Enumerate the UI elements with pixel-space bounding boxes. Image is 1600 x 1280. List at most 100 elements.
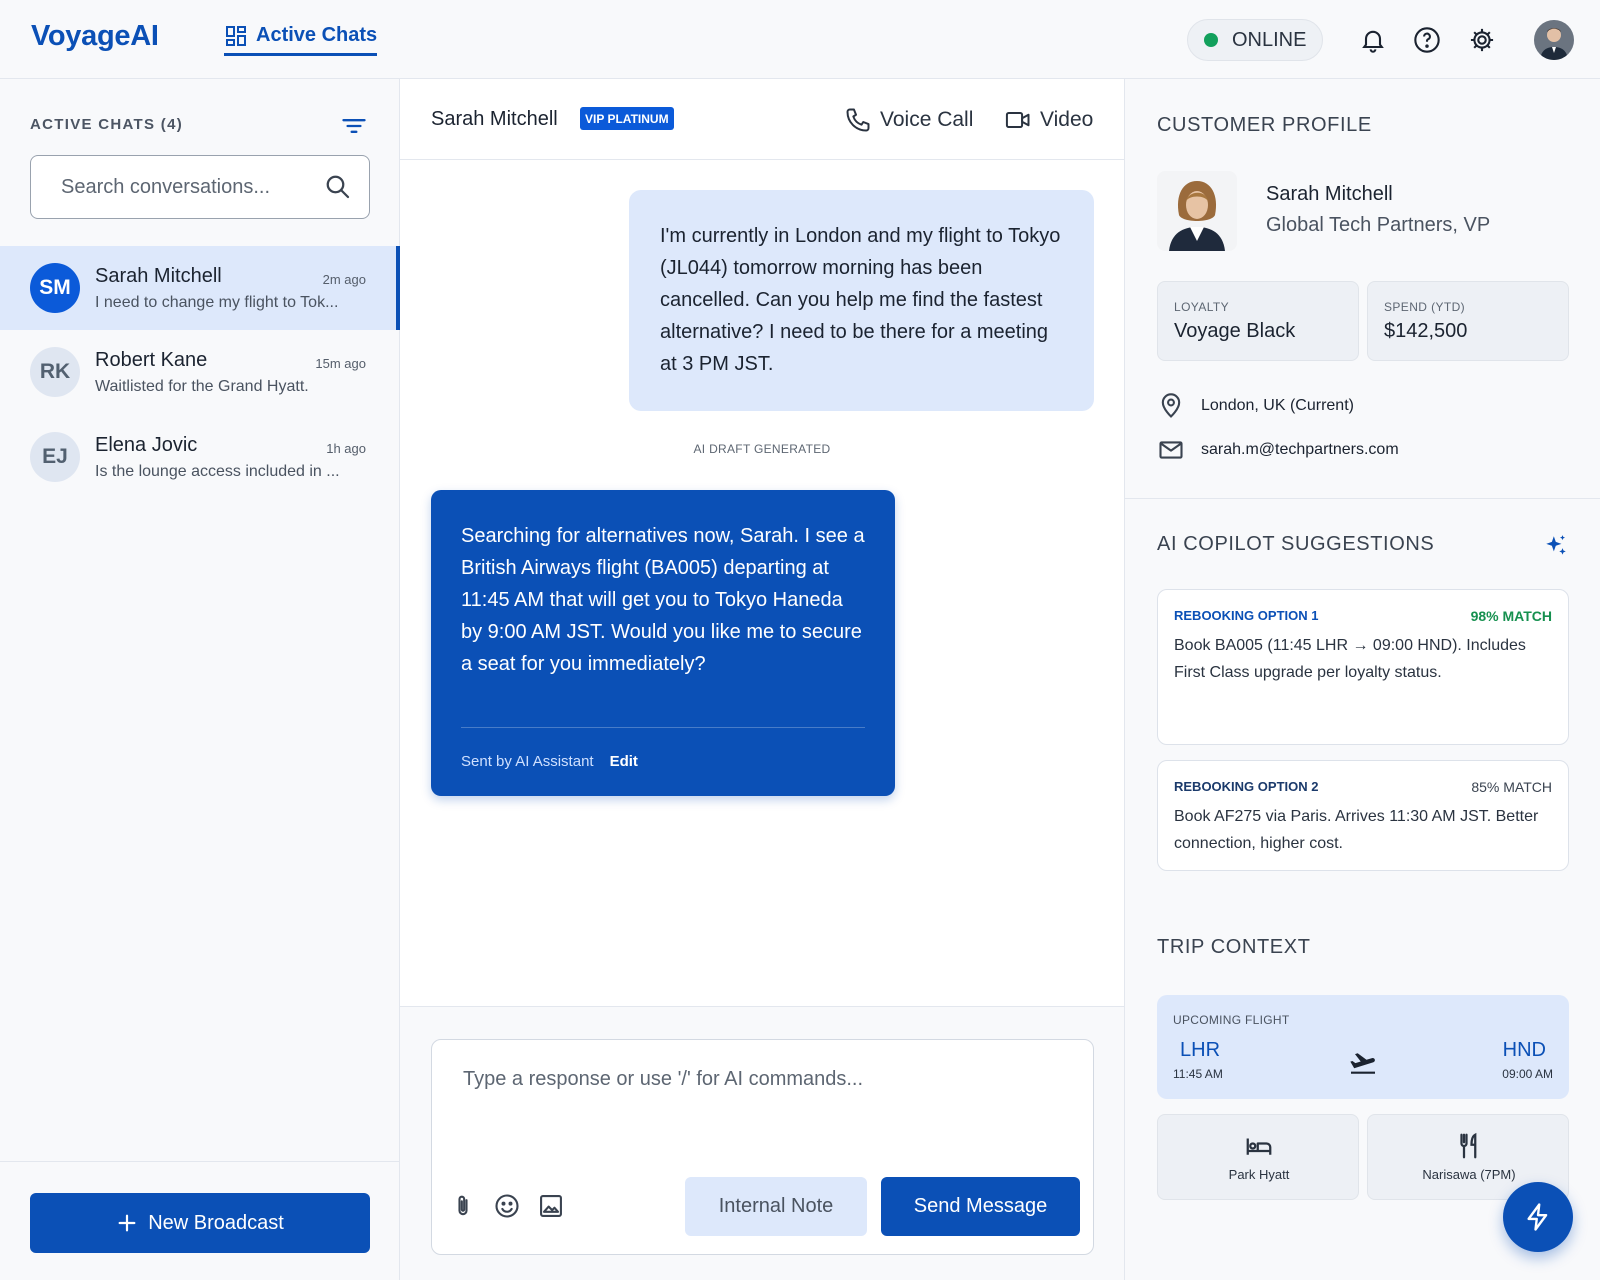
suggestion-text: Book BA005 (11:45 LHR → 09:00 HND). Incl… [1174,637,1526,681]
mail-icon [1159,441,1183,459]
avatar: SM [30,263,80,313]
voice-call-button[interactable]: Voice Call [844,106,973,134]
chat-name: Sarah Mitchell [95,265,222,287]
sparkle-icon [1543,533,1569,559]
user-avatar[interactable] [1534,20,1574,60]
bell-icon[interactable] [1359,26,1387,54]
chat-time: 2m ago [322,272,366,287]
ai-message-footer: Sent by AI Assistant Edit [461,727,865,778]
hotel-label: Park Hyatt [1228,1167,1290,1182]
new-broadcast-label: New Broadcast [148,1211,284,1234]
suggestion-text: Book AF275 via Paris. Arrives 11:30 AM J… [1174,808,1539,852]
upcoming-flight-card[interactable]: UPCOMING FLIGHT LHR 11:45 AM HND 09:00 A… [1157,995,1569,1099]
customer-message: I'm currently in London and my flight to… [629,190,1094,411]
spend-value: $142,500 [1384,320,1468,342]
spend-label: SPEND (YTD) [1384,300,1466,314]
new-broadcast-button[interactable]: New Broadcast [30,1193,370,1253]
chat-name: Elena Jovic [95,434,198,456]
quick-action-fab[interactable] [1503,1182,1573,1252]
plus-icon [118,1214,136,1232]
internal-note-button[interactable]: Internal Note [685,1177,867,1236]
trip-context-heading: TRIP CONTEXT [1157,936,1311,958]
ai-sent-by: Sent by AI Assistant [461,753,594,770]
avatar: EJ [30,432,80,482]
chat-preview: Waitlisted for the Grand Hyatt. [95,378,309,395]
ai-assistant-message: Searching for alternatives now, Sarah. I… [431,490,895,796]
app-logo[interactable]: VoyageAI [31,20,159,53]
voice-call-label: Voice Call [880,108,974,131]
email-row[interactable]: sarah.m@techpartners.com [1157,436,1399,464]
chat-item-sarah-mitchell[interactable]: SM Sarah Mitchell 2m ago I need to chang… [0,246,400,330]
email-text: sarah.m@techpartners.com [1201,441,1399,458]
chat-name: Robert Kane [95,349,208,371]
video-call-button[interactable]: Video [1004,106,1093,134]
sidebar-footer: New Broadcast [0,1161,399,1280]
suggestion-card-2[interactable]: REBOOKING OPTION 2 85% MATCH Book AF275 … [1157,760,1569,871]
customer-profile-heading: CUSTOMER PROFILE [1157,114,1372,136]
search-input[interactable]: Search conversations... [30,155,370,219]
location-row: London, UK (Current) [1157,392,1354,420]
plane-takeoff-icon [1347,1045,1379,1077]
profile-role: Global Tech Partners, VP [1266,214,1491,236]
conversation-header: Sarah Mitchell VIP PLATINUM Voice Call V… [400,79,1124,160]
composer-placeholder: Type a response or use '/' for AI comman… [463,1068,864,1090]
nav-active-chats[interactable]: Active Chats [224,22,378,56]
help-icon[interactable] [1413,26,1441,54]
chat-item-elena-jovic[interactable]: EJ Elena Jovic 1h ago Is the lounge acce… [0,415,400,499]
image-icon[interactable] [537,1192,565,1220]
filter-icon[interactable] [340,112,368,140]
ai-message-text: Searching for alternatives now, Sarah. I… [461,525,865,675]
ai-copilot-heading: AI COPILOT SUGGESTIONS [1157,533,1435,555]
restaurant-icon [1454,1131,1484,1161]
location-text: London, UK (Current) [1201,397,1354,414]
gear-icon[interactable] [1468,26,1496,54]
panel-divider [1125,498,1600,499]
nav-active-label: Active Chats [256,24,378,46]
composer-area: Type a response or use '/' for AI comman… [400,1006,1124,1280]
dinner-label: Narisawa (7PM) [1422,1167,1516,1182]
chat-preview: Is the lounge access included in ... [95,463,340,480]
profile-name: Sarah Mitchell [1266,183,1393,205]
suggestion-match: 98% MATCH [1470,608,1552,624]
suggestion-title: REBOOKING OPTION 1 [1174,608,1319,623]
flight-label: UPCOMING FLIGHT [1173,1013,1290,1027]
active-chats-heading: ACTIVE CHATS (4) [30,116,184,133]
chat-list-sidebar: ACTIVE CHATS (4) Search conversations...… [0,79,400,1280]
loyalty-label: LOYALTY [1174,300,1230,314]
top-header: VoyageAI Active Chats ONLINE [0,0,1600,79]
emoji-icon[interactable] [493,1192,521,1220]
video-icon [1005,112,1030,128]
online-status-toggle[interactable]: ONLINE [1187,19,1323,61]
suggestion-card-1[interactable]: REBOOKING OPTION 1 98% MATCH Book BA005 … [1157,589,1569,745]
suggestion-title: REBOOKING OPTION 2 [1174,779,1319,794]
video-label: Video [1040,108,1094,131]
search-icon[interactable] [323,172,353,202]
destination-code: HND [1502,1039,1546,1061]
conversation-pane: Sarah Mitchell VIP PLATINUM Voice Call V… [400,79,1124,1280]
send-message-button[interactable]: Send Message [881,1177,1080,1236]
message-composer[interactable]: Type a response or use '/' for AI comman… [431,1039,1094,1255]
hotel-card[interactable]: Park Hyatt [1157,1114,1359,1200]
location-pin-icon [1161,393,1181,418]
avatar: RK [30,347,80,397]
search-placeholder: Search conversations... [61,175,270,198]
ai-draft-label: AI DRAFT GENERATED [693,442,831,456]
chat-item-robert-kane[interactable]: RK Robert Kane 15m ago Waitlisted for th… [0,330,400,414]
loyalty-value: Voyage Black [1174,320,1296,342]
suggestion-match: 85% MATCH [1471,779,1552,795]
online-dot [1204,33,1218,47]
bed-icon [1244,1131,1274,1161]
arrival-time: 09:00 AM [1502,1067,1553,1081]
vip-badge: VIP PLATINUM [580,107,674,130]
spend-card: SPEND (YTD) $142,500 [1367,281,1569,361]
phone-icon [846,108,870,132]
paperclip-icon[interactable] [449,1192,477,1220]
edit-ai-message-link[interactable]: Edit [610,746,638,778]
dashboard-icon [226,25,246,46]
customer-context-panel: CUSTOMER PROFILE Sarah Mitchell Global T… [1124,79,1600,1280]
lightning-icon [1527,1203,1548,1231]
origin-code: LHR [1180,1039,1221,1061]
chat-time: 15m ago [315,356,366,371]
conversation-customer-name: Sarah Mitchell [431,108,558,130]
loyalty-card: LOYALTY Voyage Black [1157,281,1359,361]
